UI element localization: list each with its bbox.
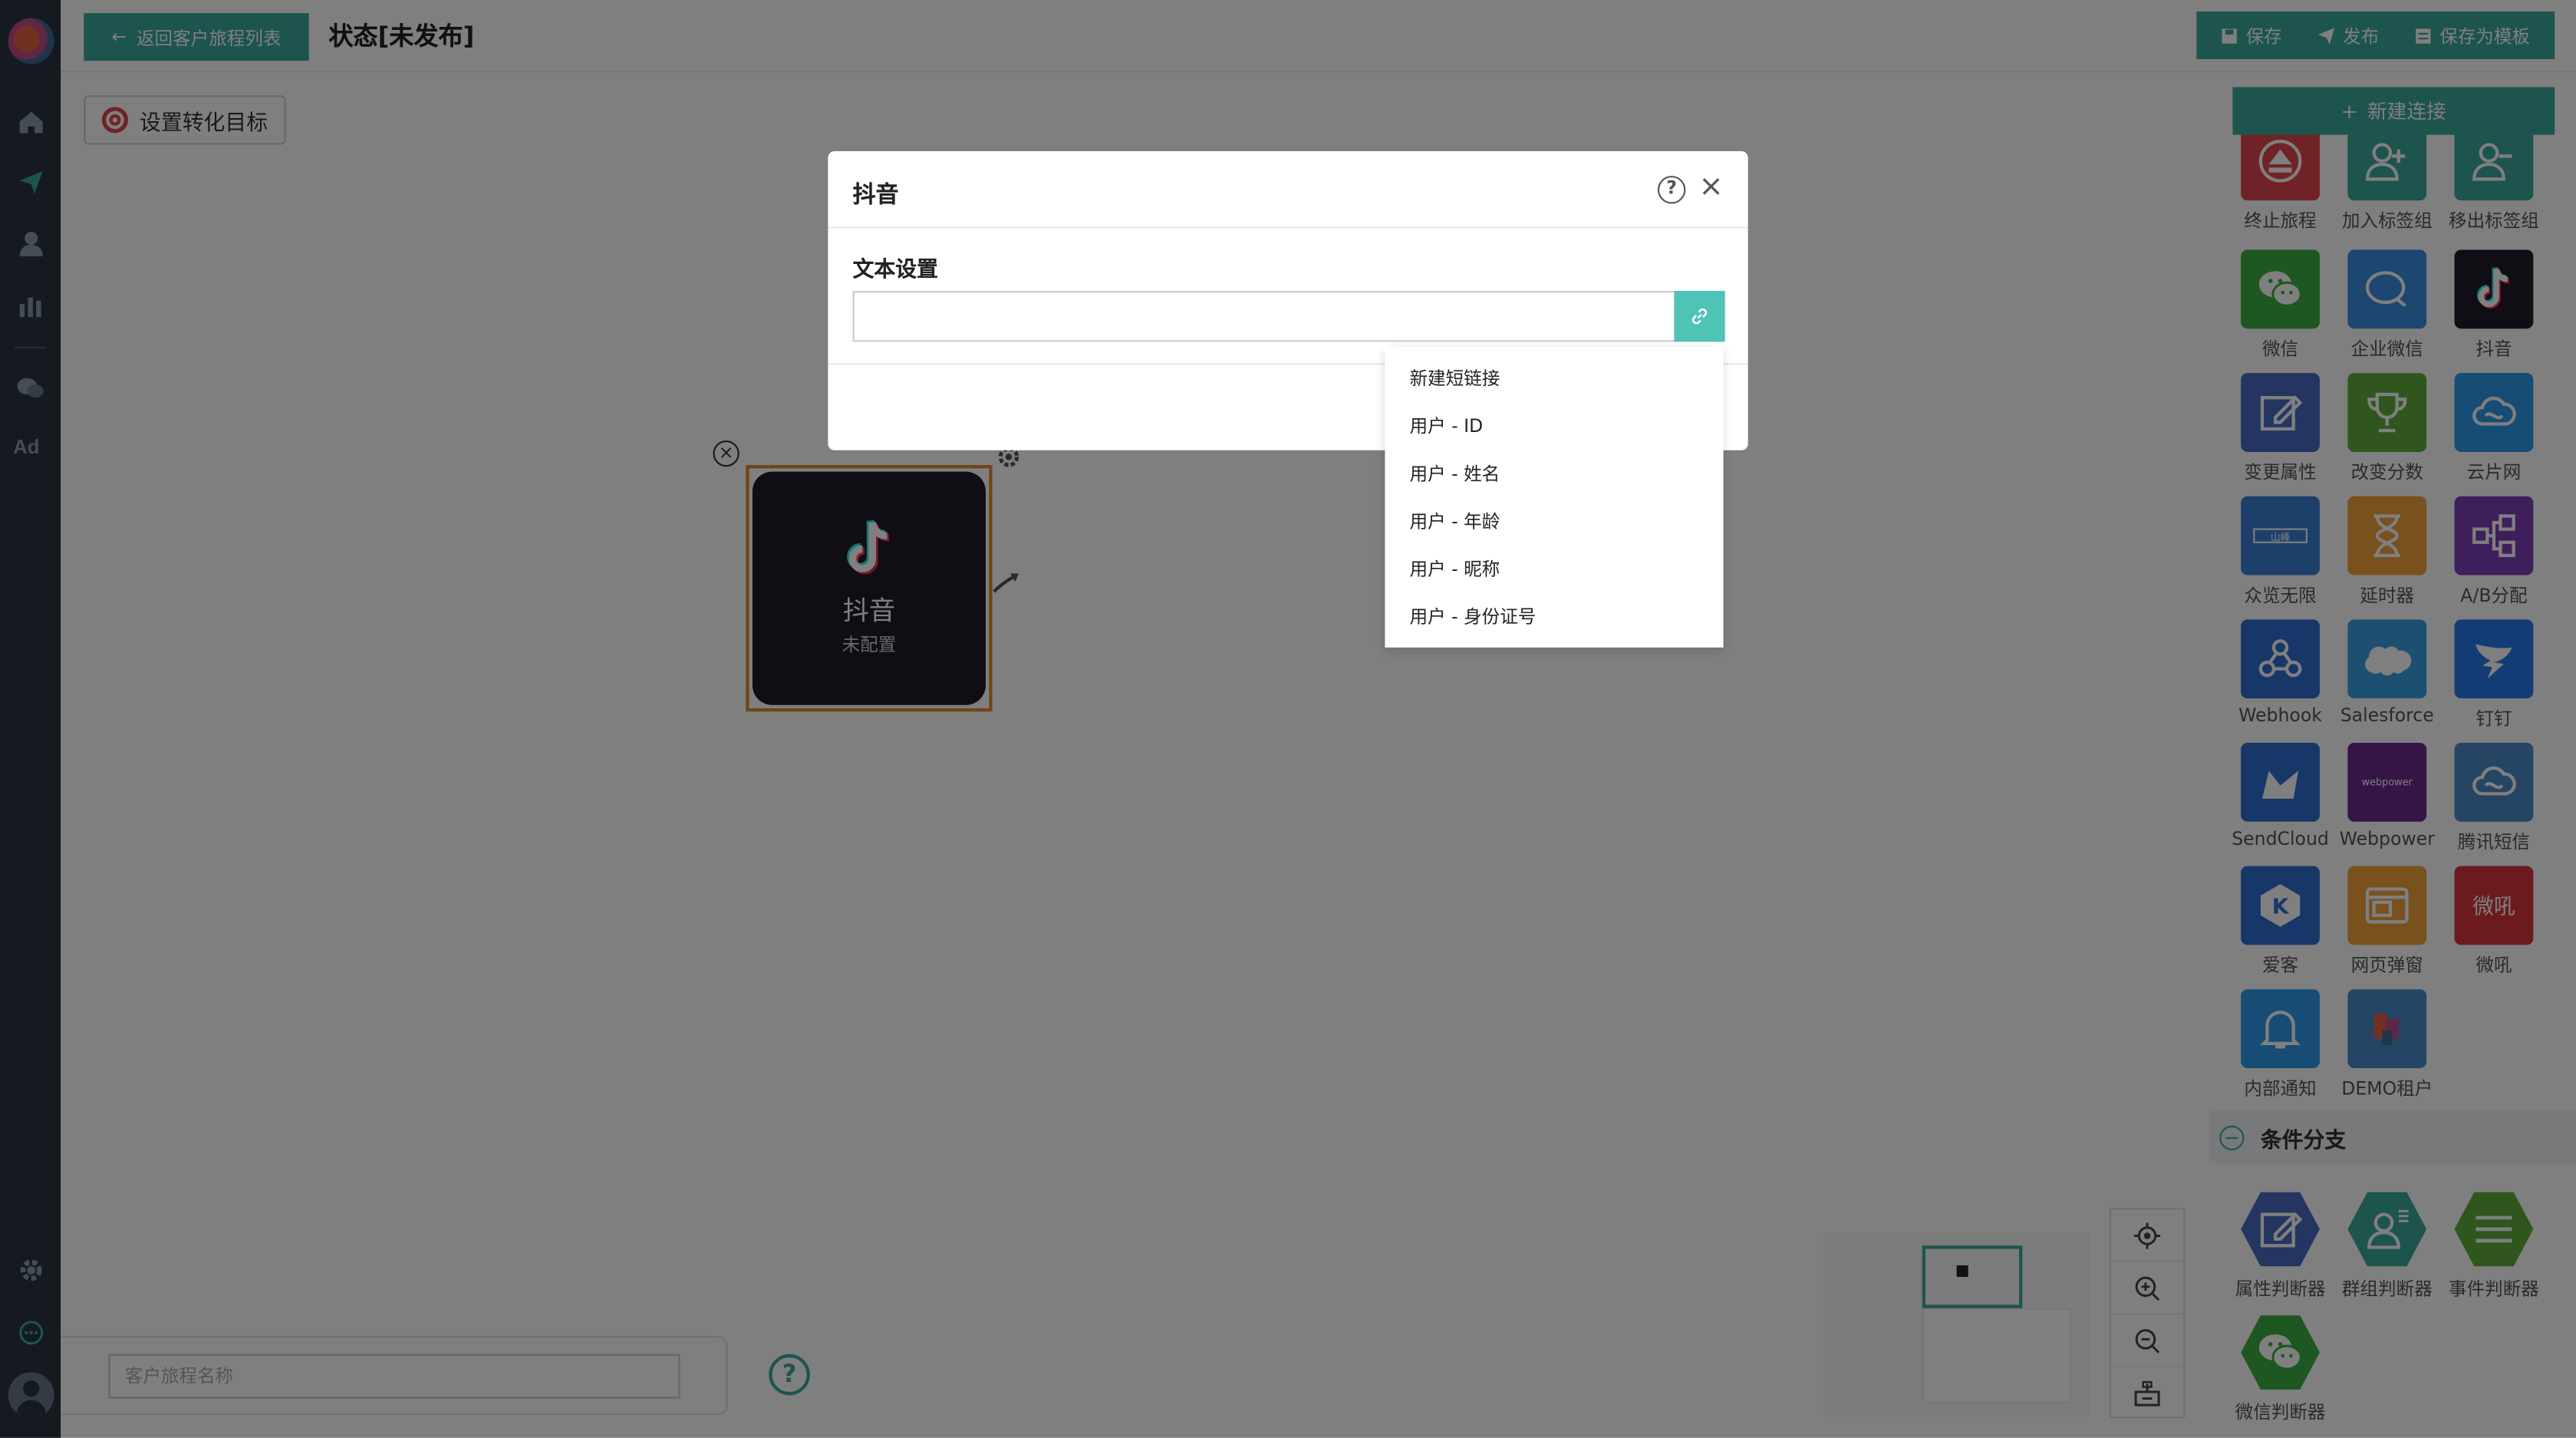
dialog-header: 抖音 ? × [828,151,1748,229]
text-settings-input[interactable] [852,291,1676,342]
link-icon[interactable] [1674,291,1725,342]
text-settings-label: 文本设置 [852,258,938,283]
app-root: Ad ← 返回客户旅程列表 状态[未发布] 保存 发布 保存为模板 [0,0,2576,1438]
insert-variable-dropdown: 新建短链接 用户 - ID 用户 - 姓名 用户 - 年龄 用户 - 昵称 用户… [1385,346,1724,648]
dropdown-item[interactable]: 用户 - ID [1385,403,1723,450]
dropdown-item[interactable]: 用户 - 姓名 [1385,450,1723,498]
dialog-title: 抖音 [852,182,899,209]
dropdown-item[interactable]: 新建短链接 [1385,355,1723,403]
dropdown-item[interactable]: 用户 - 身份证号 [1385,593,1723,641]
close-icon[interactable]: × [1698,170,1723,204]
dropdown-item[interactable]: 用户 - 年龄 [1385,498,1723,546]
question-icon[interactable]: ? [1657,176,1686,204]
dropdown-item[interactable]: 用户 - 昵称 [1385,546,1723,593]
